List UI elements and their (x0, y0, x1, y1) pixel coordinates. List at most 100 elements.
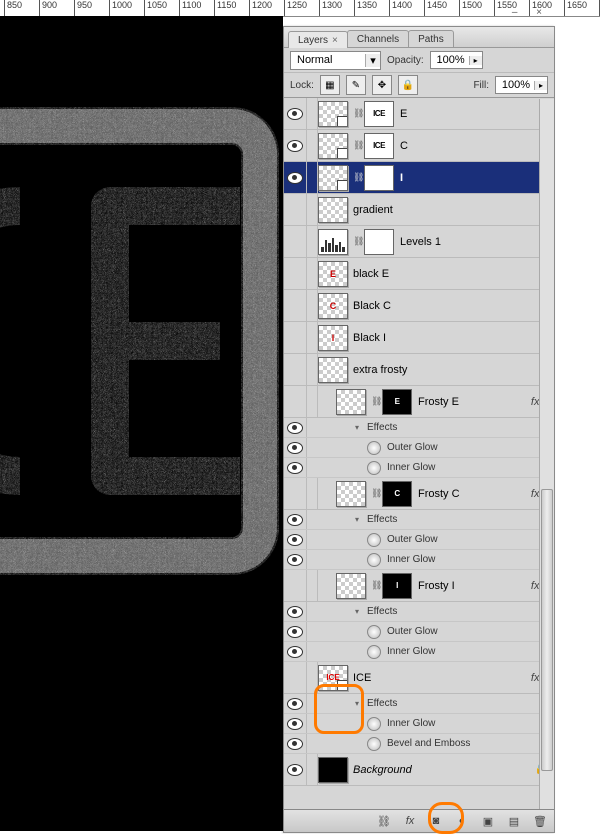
visibility-toggle[interactable] (284, 754, 307, 785)
layer-row-background[interactable]: Background 🔒 (284, 754, 554, 786)
layer-name[interactable]: Frosty E (418, 396, 531, 408)
visibility-toggle[interactable] (284, 662, 307, 693)
effect-item[interactable]: Bevel and Emboss (284, 734, 554, 754)
scrollbar[interactable] (539, 99, 554, 810)
opacity-input[interactable]: 100% ▸ (430, 51, 483, 69)
effects-row[interactable]: ▾Effects (284, 510, 554, 530)
visibility-toggle[interactable] (284, 570, 307, 601)
layer-name[interactable]: I (400, 172, 554, 184)
layers-list[interactable]: ⛓ ICE E ⛓ ICE C ⛓ ICE I gradient (284, 98, 554, 804)
effect-item[interactable]: Outer Glow (284, 622, 554, 642)
visibility-toggle[interactable] (284, 98, 307, 129)
layer-mask[interactable]: ICE (364, 101, 394, 127)
layer-row[interactable]: ⛓ I Frosty I fx▴ (284, 570, 554, 602)
layer-thumb[interactable] (318, 757, 348, 783)
visibility-toggle[interactable] (284, 354, 307, 385)
layer-thumb[interactable]: ICE (318, 665, 348, 691)
layer-thumb[interactable] (318, 197, 348, 223)
effect-item[interactable]: Inner Glow (284, 458, 554, 478)
layer-row[interactable]: ⛓ ICE C (284, 130, 554, 162)
layer-row[interactable]: gradient (284, 194, 554, 226)
layer-name[interactable]: Black C (353, 300, 554, 312)
layer-name[interactable]: Background (353, 764, 534, 776)
tab-paths[interactable]: Paths (408, 30, 454, 47)
layer-mask[interactable]: I (382, 573, 412, 599)
new-layer-icon[interactable]: ▤ (506, 813, 522, 829)
lock-move-icon[interactable]: ✥ (372, 75, 392, 95)
delete-layer-icon[interactable]: 🗑 (532, 813, 548, 829)
link-cell[interactable] (307, 98, 318, 129)
lock-transparency-icon[interactable]: ▦ (320, 75, 340, 95)
scroll-thumb[interactable] (541, 489, 553, 771)
adjustment-thumb[interactable] (318, 229, 348, 255)
layer-row[interactable]: ICE ICE fx▴ (284, 662, 554, 694)
layer-thumb[interactable] (318, 357, 348, 383)
effects-row[interactable]: ▾Effects (284, 602, 554, 622)
layer-name[interactable]: gradient (353, 204, 554, 216)
layer-row[interactable]: I Black I (284, 322, 554, 354)
effect-item[interactable]: Inner Glow (284, 642, 554, 662)
visibility-toggle[interactable] (284, 322, 307, 353)
adjustment-layer-icon[interactable]: ◐ (454, 813, 470, 829)
effect-item[interactable]: Inner Glow (284, 550, 554, 570)
link-icon: ⛓ (371, 574, 379, 598)
layer-mask[interactable] (364, 229, 394, 255)
layer-name[interactable]: C (400, 140, 554, 152)
layer-thumb[interactable] (318, 165, 348, 191)
layer-thumb[interactable] (318, 101, 348, 127)
visibility-toggle[interactable] (284, 130, 307, 161)
lock-paint-icon[interactable]: ✎ (346, 75, 366, 95)
layer-row-selected[interactable]: ⛓ ICE I (284, 162, 554, 194)
layer-row[interactable]: extra frosty (284, 354, 554, 386)
layer-name[interactable]: ICE (353, 672, 531, 684)
layer-mask-icon[interactable]: ◙ (428, 813, 444, 829)
layer-thumb[interactable]: C (318, 293, 348, 319)
close-icon[interactable]: × (332, 35, 338, 46)
fill-input[interactable]: 100% ▸ (495, 76, 548, 94)
layer-row[interactable]: ⛓ E Frosty E fx▴ (284, 386, 554, 418)
layer-name[interactable]: Frosty I (418, 580, 531, 592)
layer-mask[interactable]: E (382, 389, 412, 415)
layer-name[interactable]: Levels 1 (400, 236, 554, 248)
visibility-toggle[interactable] (284, 258, 307, 289)
visibility-toggle[interactable] (284, 226, 307, 257)
document-canvas[interactable] (0, 16, 283, 831)
new-group-icon[interactable]: ▣ (480, 813, 496, 829)
layer-name[interactable]: black E (353, 268, 554, 280)
layer-thumb[interactable] (336, 573, 366, 599)
visibility-toggle[interactable] (284, 162, 307, 193)
layer-name[interactable]: Black I (353, 332, 554, 344)
visibility-toggle[interactable] (284, 478, 307, 509)
layer-mask[interactable]: C (382, 481, 412, 507)
blend-mode-select[interactable]: Normal ▾ (290, 51, 381, 70)
layer-name[interactable]: Frosty C (418, 488, 531, 500)
layer-style-icon[interactable]: fx (402, 813, 418, 829)
effect-item[interactable]: Inner Glow (284, 714, 554, 734)
layer-mask[interactable]: ICE (364, 165, 394, 191)
layer-row[interactable]: ⛓ C Frosty C fx▴ (284, 478, 554, 510)
effects-row[interactable]: ▾Effects (284, 418, 554, 438)
layer-row[interactable]: E black E (284, 258, 554, 290)
effects-row[interactable]: ▾Effects (284, 694, 554, 714)
layer-thumb[interactable] (318, 133, 348, 159)
layer-row[interactable]: C Black C (284, 290, 554, 322)
layer-row[interactable]: ⛓ Levels 1 (284, 226, 554, 258)
visibility-toggle[interactable] (284, 386, 307, 417)
link-layers-icon[interactable]: ⛓ (376, 813, 392, 829)
effect-item[interactable]: Outer Glow (284, 438, 554, 458)
layer-thumb[interactable] (336, 481, 366, 507)
layer-name[interactable]: E (400, 108, 554, 120)
effect-item[interactable]: Outer Glow (284, 530, 554, 550)
layer-mask[interactable]: ICE (364, 133, 394, 159)
visibility-toggle[interactable] (284, 290, 307, 321)
panel-window-controls[interactable]: – × (512, 7, 550, 18)
lock-all-icon[interactable]: 🔒 (398, 75, 418, 95)
layer-name[interactable]: extra frosty (353, 364, 554, 376)
tab-channels[interactable]: Channels (347, 30, 409, 47)
visibility-toggle[interactable] (284, 194, 307, 225)
layer-thumb[interactable]: I (318, 325, 348, 351)
layer-thumb[interactable]: E (318, 261, 348, 287)
tab-layers[interactable]: Layers× (288, 31, 348, 48)
layer-row[interactable]: ⛓ ICE E (284, 98, 554, 130)
layer-thumb[interactable] (336, 389, 366, 415)
